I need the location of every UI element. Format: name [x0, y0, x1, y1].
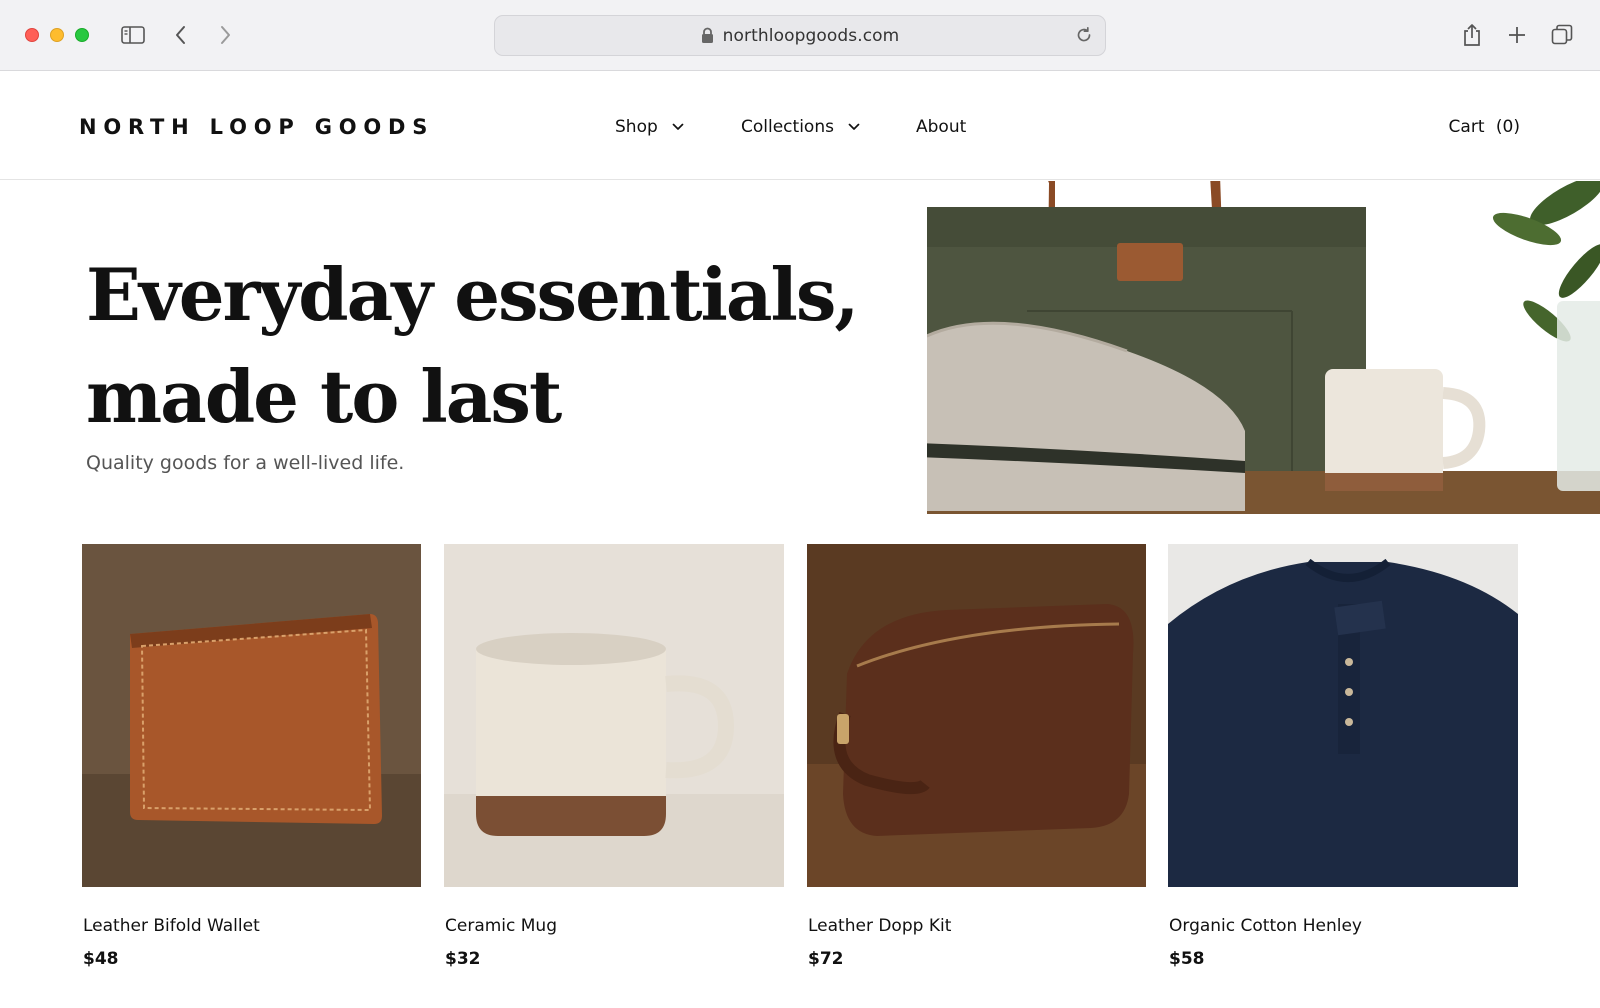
- nav-item-about[interactable]: About: [916, 117, 966, 137]
- forward-button[interactable]: [211, 21, 239, 49]
- hero-image: [927, 181, 1600, 514]
- product-card[interactable]: Ceramic Mug $32: [444, 544, 784, 969]
- product-image-dopp-kit[interactable]: [807, 544, 1146, 887]
- minimize-window-button[interactable]: [50, 28, 64, 42]
- tabs-overview-icon: [1551, 24, 1573, 45]
- cart-count: (0): [1495, 117, 1520, 137]
- nav-shop-label: Shop: [615, 117, 658, 137]
- back-button[interactable]: [167, 21, 195, 49]
- hero-title-line-2: made to last: [86, 354, 562, 439]
- cart-link[interactable]: Cart (0): [1449, 117, 1520, 137]
- cart-label: Cart: [1448, 117, 1485, 137]
- site-header: NORTH LOOP GOODS Shop Collections About …: [0, 71, 1600, 180]
- product-name[interactable]: Ceramic Mug: [445, 916, 557, 936]
- browser-toolbar: northloopgoods.com: [0, 0, 1600, 71]
- url-text: northloopgoods.com: [722, 25, 900, 46]
- address-bar[interactable]: northloopgoods.com: [494, 15, 1106, 56]
- forward-icon: [221, 26, 230, 44]
- product-name[interactable]: Leather Bifold Wallet: [83, 916, 260, 936]
- sidebar-toggle-button[interactable]: [119, 21, 147, 49]
- site-logo[interactable]: NORTH LOOP GOODS: [79, 115, 434, 139]
- share-icon: [1464, 24, 1480, 46]
- nav-collections-label: Collections: [741, 117, 834, 137]
- chevron-down-icon: [672, 123, 684, 131]
- product-card[interactable]: Organic Cotton Henley $58: [1168, 544, 1518, 969]
- product-name[interactable]: Organic Cotton Henley: [1169, 916, 1362, 936]
- new-tab-button[interactable]: [1503, 21, 1531, 49]
- nav-item-shop[interactable]: Shop: [615, 117, 684, 137]
- hero-subtitle: Quality goods for a well-lived life.: [86, 452, 405, 474]
- hero-title-line-1: Everyday essentials,: [86, 252, 859, 337]
- close-window-button[interactable]: [25, 28, 39, 42]
- back-icon: [176, 26, 185, 44]
- product-price: $32: [445, 949, 481, 969]
- product-price: $58: [1169, 949, 1205, 969]
- product-image-wallet[interactable]: [82, 544, 421, 887]
- product-name[interactable]: Leather Dopp Kit: [808, 916, 951, 936]
- tabs-overview-button[interactable]: [1548, 21, 1576, 49]
- product-card[interactable]: Leather Bifold Wallet $48: [82, 544, 421, 969]
- product-price: $72: [808, 949, 844, 969]
- product-image-henley[interactable]: [1168, 544, 1518, 887]
- hero-title: Everyday essentials, made to last: [86, 244, 906, 448]
- chevron-down-icon: [848, 123, 860, 131]
- product-image-mug[interactable]: [444, 544, 784, 887]
- new-tab-icon: [1509, 27, 1525, 43]
- lock-icon: [701, 27, 714, 44]
- product-price: $48: [83, 949, 119, 969]
- nav-item-collections[interactable]: Collections: [741, 117, 860, 137]
- zoom-window-button[interactable]: [75, 28, 89, 42]
- sidebar-icon: [121, 26, 145, 44]
- share-button[interactable]: [1458, 21, 1486, 49]
- product-card[interactable]: Leather Dopp Kit $72: [807, 544, 1146, 969]
- nav-about-label: About: [916, 117, 967, 137]
- reload-icon[interactable]: [1075, 26, 1093, 49]
